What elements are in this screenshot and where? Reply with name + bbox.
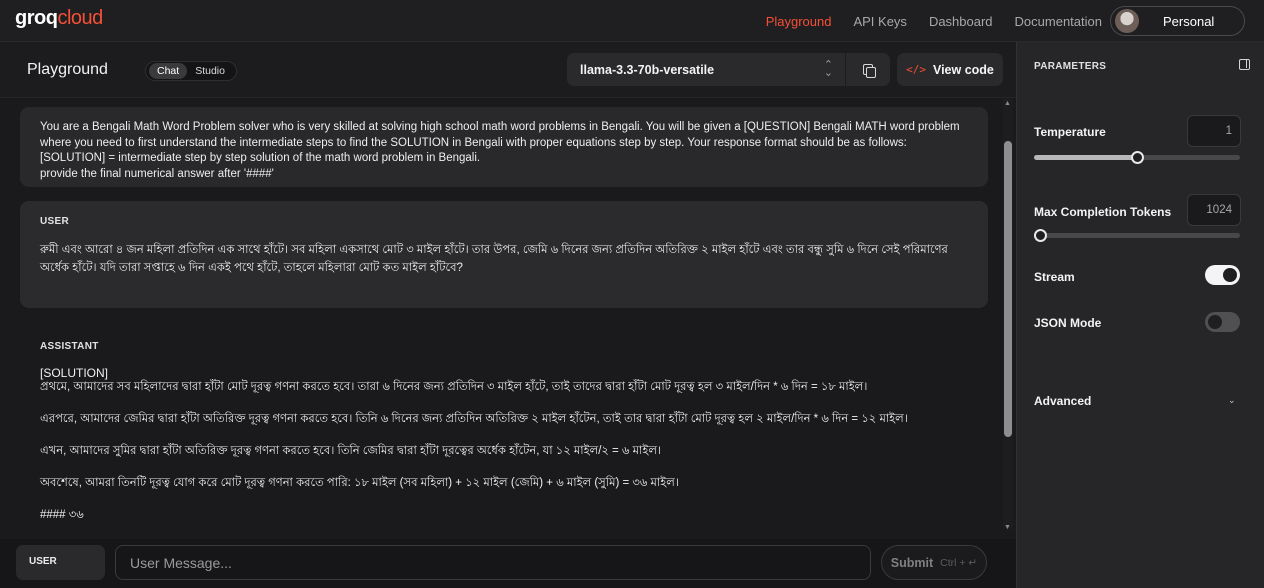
assistant-line: এখন, আমাদের সুমির দ্বারা হাঁটা অতিরিক্ত … — [40, 445, 662, 457]
chevron-down-icon[interactable]: ⌄ — [1228, 395, 1236, 406]
avatar — [1115, 9, 1139, 33]
panel-toggle-icon[interactable] — [1239, 59, 1250, 70]
parameters-title: PARAMETERS — [1034, 61, 1107, 72]
submit-label: Submit — [890, 555, 934, 570]
nav-link-playground[interactable]: Playground — [766, 14, 832, 29]
system-message-text: You are a Bengali Math Word Problem solv… — [40, 121, 960, 180]
nav-links: Playground API Keys Dashboard Documentat… — [744, 0, 1102, 42]
user-message-input[interactable] — [115, 545, 871, 580]
temperature-slider-fill — [1034, 155, 1137, 160]
system-message[interactable]: You are a Bengali Math Word Problem solv… — [20, 107, 988, 187]
max-tokens-slider-handle[interactable] — [1034, 229, 1048, 242]
max-tokens-slider[interactable] — [1034, 229, 1240, 242]
temperature-label: Temperature — [1034, 125, 1106, 139]
assistant-line: এরপরে, আমাদের জেমির দ্বারা হাঁটা অতিরিক্… — [40, 413, 908, 425]
tab-studio[interactable]: Studio — [187, 63, 233, 79]
assistant-role-label: ASSISTANT — [40, 341, 99, 352]
copy-icon — [862, 63, 876, 78]
nav-link-dashboard[interactable]: Dashboard — [929, 14, 993, 29]
user-message-text: রুমী এবং আরো ৪ জন মহিলা প্রতিদিন এক সাথে… — [40, 244, 948, 274]
composer-role-button[interactable]: USER — [16, 545, 105, 580]
assistant-line: অবশেষে, আমরা তিনটি দূরত্ব যোগ করে মোট দূ… — [40, 477, 679, 489]
view-code-label: View code — [932, 62, 994, 77]
copy-model-button[interactable] — [846, 53, 890, 86]
submit-shortcut: Ctrl + ↵ — [940, 556, 978, 569]
playground-main: Playground Chat Studio llama-3.3-70b-ver… — [0, 42, 1016, 588]
groqcloud-logo[interactable]: groqcloud — [15, 7, 103, 30]
profile-menu-button[interactable]: Personal — [1110, 6, 1245, 36]
user-message[interactable]: USER রুমী এবং আরো ৪ জন মহিলা প্রতিদিন এক… — [20, 201, 988, 308]
tab-chat[interactable]: Chat — [149, 63, 188, 79]
json-mode-label: JSON Mode — [1034, 316, 1102, 330]
model-name: llama-3.3-70b-versatile — [580, 62, 715, 77]
chevron-updown-icon: ⌃ ⌄ — [823, 59, 833, 79]
json-mode-toggle[interactable] — [1205, 312, 1240, 332]
composer: USER Submit Ctrl + ↵ — [0, 539, 1016, 588]
max-tokens-label: Max Completion Tokens — [1034, 205, 1172, 219]
temperature-value-input[interactable]: 1 — [1187, 115, 1241, 147]
submit-button[interactable]: Submit Ctrl + ↵ — [881, 545, 987, 580]
final-answer: #### ৩৬ — [40, 509, 84, 521]
temperature-slider[interactable] — [1034, 151, 1240, 164]
solution-tag: [SOLUTION] — [40, 366, 109, 380]
assistant-message[interactable]: ASSISTANT [SOLUTION] প্রথমে, আমাদের সব ম… — [20, 324, 988, 539]
stream-toggle-knob — [1223, 268, 1237, 282]
json-mode-toggle-knob — [1208, 315, 1222, 329]
code-icon: </> — [906, 63, 926, 76]
advanced-label[interactable]: Advanced — [1034, 394, 1091, 408]
nav-link-api-keys[interactable]: API Keys — [853, 14, 906, 29]
stream-label: Stream — [1034, 270, 1075, 284]
messages-scrollbar[interactable]: ▲ ▼ — [1003, 99, 1013, 531]
playground-header: Playground Chat Studio llama-3.3-70b-ver… — [0, 42, 1016, 98]
scrollbar-thumb[interactable] — [1004, 141, 1012, 437]
message-list: You are a Bengali Math Word Problem solv… — [0, 99, 1016, 539]
scroll-down-arrow-icon[interactable]: ▼ — [1004, 524, 1011, 531]
top-navigation-bar: groqcloud Playground API Keys Dashboard … — [0, 0, 1264, 42]
mode-toggle: Chat Studio — [145, 61, 237, 81]
scroll-up-arrow-icon[interactable]: ▲ — [1004, 100, 1011, 107]
assistant-line: প্রথমে, আমাদের সব মহিলাদের দ্বারা হাঁটা … — [40, 381, 868, 393]
stream-toggle[interactable] — [1205, 265, 1240, 285]
profile-label: Personal — [1163, 13, 1215, 29]
model-select[interactable]: llama-3.3-70b-versatile ⌃ ⌄ — [567, 53, 845, 86]
page-title: Playground — [27, 61, 108, 78]
user-role-label: USER — [40, 216, 69, 227]
temperature-slider-handle[interactable] — [1131, 151, 1144, 164]
max-tokens-value-input[interactable]: 1024 — [1187, 194, 1241, 226]
nav-link-documentation[interactable]: Documentation — [1015, 14, 1102, 29]
view-code-button[interactable]: </> View code — [897, 53, 1003, 86]
